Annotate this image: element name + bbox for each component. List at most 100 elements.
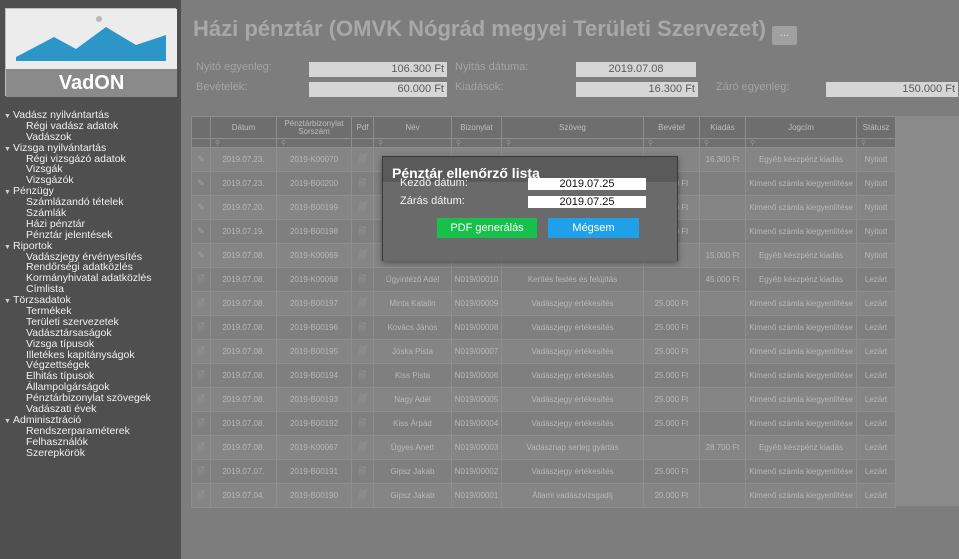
filter-icon[interactable]: ⚲: [456, 140, 461, 147]
table-cell: Egyéb készpénz kiadás: [745, 243, 857, 268]
vadon-logo[interactable]: VadON: [5, 8, 177, 97]
filter-icon[interactable]: ⚲: [215, 140, 220, 147]
column-header[interactable]: [191, 116, 211, 139]
more-button[interactable]: ...: [772, 26, 797, 45]
filter-cell[interactable]: ⚲: [699, 138, 746, 148]
filter-cell[interactable]: ⚲: [643, 138, 700, 148]
filter-cell[interactable]: ⚲: [210, 138, 277, 148]
pdf-icon[interactable]: 🗎: [351, 387, 374, 412]
pdf-icon[interactable]: 🗎: [351, 219, 374, 244]
filter-icon[interactable]: ⚲: [378, 140, 383, 147]
cancel-button[interactable]: Mégsem: [548, 218, 639, 238]
document-icon[interactable]: 🗎: [191, 291, 211, 316]
sidebar-group[interactable]: ▼ Vizsga nyilvántartás: [0, 142, 181, 154]
pdf-icon[interactable]: 🗎: [351, 459, 374, 484]
document-icon[interactable]: 🗎: [191, 339, 211, 364]
table-cell: Lezárt: [856, 459, 896, 484]
table-cell: 2019-B00199: [276, 195, 352, 220]
table-cell: [699, 483, 746, 508]
document-icon[interactable]: 🗎: [191, 315, 211, 340]
table-cell: Lezárt: [856, 291, 896, 316]
document-icon[interactable]: 🗎: [191, 435, 211, 460]
document-icon[interactable]: 🗎: [191, 387, 211, 412]
pdf-icon[interactable]: 🗎: [351, 339, 374, 364]
document-icon[interactable]: 🗎: [191, 483, 211, 508]
table-cell: [699, 171, 746, 196]
table-cell: N019/00002: [451, 459, 502, 484]
column-header[interactable]: Bevétel: [643, 116, 700, 139]
filter-cell[interactable]: ⚲: [451, 138, 502, 148]
edit-icon[interactable]: ✎: [191, 147, 211, 172]
table-row[interactable]: 🗎 2019.07.08. 2019-K00068 🗎 Ügyintéző Adél N0…: [191, 267, 896, 292]
edit-icon[interactable]: ✎: [191, 219, 211, 244]
filter-icon[interactable]: ⚲: [506, 140, 511, 147]
table-row[interactable]: 🗎 2019.07.04. 2019-B00190 🗎 Gipsz Jakab N019/…: [191, 483, 896, 508]
sidebar-item[interactable]: Felhasználók: [0, 436, 181, 448]
pdf-icon[interactable]: 🗎: [351, 315, 374, 340]
table-row[interactable]: 🗎 2019.07.08. 2019-B00192 🗎 Kiss Árpád N019/0…: [191, 411, 896, 436]
column-header[interactable]: Bizonylat: [451, 116, 502, 139]
main-area: Házi pénztár (OMVK Nógrád megyei Terület…: [181, 0, 959, 559]
sidebar-item[interactable]: Szerepkörök: [0, 447, 181, 459]
document-icon[interactable]: 🗎: [191, 459, 211, 484]
filter-icon[interactable]: ⚲: [281, 140, 286, 147]
table-cell: Nyitott: [856, 195, 896, 220]
start-date-input[interactable]: [528, 178, 646, 190]
table-row[interactable]: 🗎 2019.07.08. 2019-B00195 🗎 Jóska Pista N019/…: [191, 339, 896, 364]
filter-cell[interactable]: ⚲: [276, 138, 352, 148]
table-row[interactable]: 🗎 2019.07.08. 2019-K00067 🗎 Ügyes Anett N019/…: [191, 435, 896, 460]
pdf-icon[interactable]: 🗎: [351, 483, 374, 508]
column-header[interactable]: Dátum: [210, 116, 277, 139]
sidebar-group[interactable]: ▼ Riportok: [0, 240, 181, 252]
pdf-icon[interactable]: 🗎: [351, 435, 374, 460]
filter-cell[interactable]: ⚲: [856, 138, 896, 148]
column-header[interactable]: Kiadás: [699, 116, 746, 139]
edit-icon[interactable]: ✎: [191, 195, 211, 220]
table-cell: 2019.07.19.: [210, 219, 277, 244]
table-cell: 2019.07.08.: [210, 363, 277, 388]
table-cell: 2019-B00197: [276, 291, 352, 316]
filter-icon[interactable]: ⚲: [648, 140, 653, 147]
document-icon[interactable]: 🗎: [191, 267, 211, 292]
sidebar-item[interactable]: Vizsga típusok: [0, 338, 181, 350]
column-header[interactable]: Pénztárbizonylat Sorszám: [276, 116, 352, 139]
pdf-icon[interactable]: 🗎: [351, 243, 374, 268]
filter-cell[interactable]: ⚲: [745, 138, 857, 148]
table-cell: Nagy Adél: [373, 387, 452, 412]
pdf-icon[interactable]: 🗎: [351, 411, 374, 436]
filter-cell[interactable]: ⚲: [501, 138, 644, 148]
table-cell: Lezárt: [856, 387, 896, 412]
column-header[interactable]: Pdf: [351, 116, 374, 139]
pdf-icon[interactable]: 🗎: [351, 291, 374, 316]
filter-icon[interactable]: ⚲: [750, 140, 755, 147]
filter-cell[interactable]: [351, 138, 374, 148]
column-header[interactable]: Jogcím: [745, 116, 857, 139]
table-cell: 2019-B00194: [276, 363, 352, 388]
column-header[interactable]: Szöveg: [501, 116, 644, 139]
document-icon[interactable]: 🗎: [191, 363, 211, 388]
pdf-generate-button[interactable]: PDF generálás: [437, 218, 537, 238]
pdf-icon[interactable]: 🗎: [351, 195, 374, 220]
pdf-icon[interactable]: 🗎: [351, 147, 374, 172]
table-cell: 2019.07.04.: [210, 483, 277, 508]
filter-cell[interactable]: ⚲: [373, 138, 452, 148]
column-header[interactable]: Név: [373, 116, 452, 139]
table-row[interactable]: 🗎 2019.07.08. 2019-B00194 🗎 Kiss Pista N019/0…: [191, 363, 896, 388]
table-cell: [699, 315, 746, 340]
edit-icon[interactable]: ✎: [191, 171, 211, 196]
table-row[interactable]: 🗎 2019.07.08. 2019-B00196 🗎 Kovács János N019…: [191, 315, 896, 340]
column-header[interactable]: Státusz: [856, 116, 896, 139]
table-row[interactable]: 🗎 2019.07.08. 2019-B00193 🗎 Nagy Adél N019/00…: [191, 387, 896, 412]
document-icon[interactable]: 🗎: [191, 411, 211, 436]
table-row[interactable]: 🗎 2019.07.07. 2019-B00191 🗎 Gipsz Jakab N019/…: [191, 459, 896, 484]
table-cell: Gipsz Jakab: [373, 483, 452, 508]
pdf-icon[interactable]: 🗎: [351, 171, 374, 196]
filter-icon[interactable]: ⚲: [704, 140, 709, 147]
page-title: Házi pénztár (OMVK Nógrád megyei Terület…: [193, 16, 766, 41]
pdf-icon[interactable]: 🗎: [351, 267, 374, 292]
pdf-icon[interactable]: 🗎: [351, 363, 374, 388]
table-row[interactable]: 🗎 2019.07.08. 2019-B00197 🗎 Minta Katalin N01…: [191, 291, 896, 316]
end-date-input[interactable]: [528, 196, 646, 208]
edit-icon[interactable]: ✎: [191, 243, 211, 268]
filter-icon[interactable]: ⚲: [861, 140, 866, 147]
